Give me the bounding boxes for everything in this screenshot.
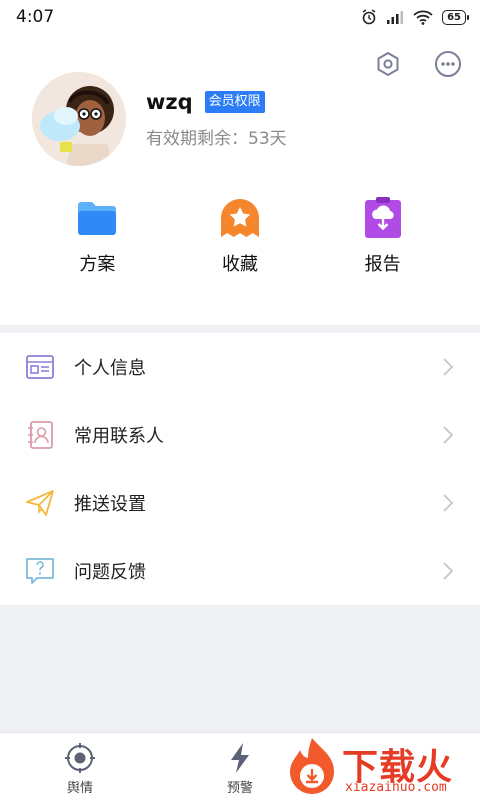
avatar-illustration — [32, 72, 126, 166]
flame-logo-icon — [290, 738, 334, 794]
menu-label: 推送设置 — [74, 494, 146, 515]
wifi-icon — [413, 10, 433, 25]
target-icon — [65, 743, 95, 773]
paper-plane-icon — [26, 489, 54, 517]
profile-info: wzq 会员权限 有效期剩余：53天 — [146, 90, 287, 149]
nav-item-sentiment[interactable]: 舆情 — [0, 733, 160, 800]
status-bar: 4:07 65 — [0, 0, 480, 34]
profile-header[interactable]: wzq 会员权限 有效期剩余：53天 — [32, 72, 287, 166]
shortcut-plan[interactable]: 方案 — [42, 196, 152, 276]
contact-book-icon — [26, 421, 54, 449]
shortcut-label: 报告 — [364, 254, 401, 275]
member-badge[interactable]: 会员权限 — [204, 90, 265, 113]
username: wzq — [146, 89, 193, 114]
shortcut-grid: 方案 收藏 报告 — [0, 196, 480, 276]
chevron-right-icon — [443, 562, 454, 580]
watermark-logo: 下载火 xiazaihuo.com — [282, 734, 478, 800]
id-card-icon — [26, 353, 54, 381]
menu-item-push-settings[interactable]: 推送设置 — [0, 469, 480, 537]
message-button[interactable] — [432, 48, 464, 80]
nav-label: 预警 — [226, 781, 253, 796]
status-icons: 65 — [361, 9, 469, 25]
watermark-url: xiazaihuo.com — [345, 780, 447, 795]
membership-validity: 有效期剩余：53天 — [146, 128, 287, 149]
chevron-right-icon — [443, 358, 454, 376]
menu-item-personal-info[interactable]: 个人信息 — [0, 333, 480, 401]
shortcut-report[interactable]: 报告 — [328, 196, 438, 276]
chevron-right-icon — [443, 494, 454, 512]
shortcut-favorites[interactable]: 收藏 — [185, 196, 295, 276]
battery-indicator: 65 — [442, 9, 469, 25]
section-divider — [0, 325, 480, 333]
signal-icon — [387, 11, 404, 24]
menu-item-contacts[interactable]: 常用联系人 — [0, 401, 480, 469]
menu-label: 个人信息 — [74, 358, 146, 379]
nav-label: 舆情 — [66, 781, 93, 796]
folder-icon — [75, 196, 119, 240]
settings-button[interactable] — [372, 48, 404, 80]
menu-label: 常用联系人 — [74, 426, 164, 447]
shortcut-label: 方案 — [79, 254, 116, 275]
name-row: wzq 会员权限 — [146, 90, 287, 114]
shortcut-label: 收藏 — [221, 254, 258, 275]
cloud-download-icon — [361, 196, 405, 240]
menu-label: 问题反馈 — [74, 562, 146, 583]
chat-bubble-icon — [435, 51, 461, 77]
menu-item-feedback[interactable]: 问题反馈 — [0, 537, 480, 605]
alarm-icon — [362, 9, 376, 25]
star-ribbon-icon — [218, 196, 262, 240]
top-actions — [372, 48, 464, 80]
lightning-icon — [231, 743, 249, 773]
avatar[interactable] — [32, 72, 126, 166]
status-time: 4:07 — [16, 7, 55, 27]
chevron-right-icon — [443, 426, 454, 444]
hexagon-settings-icon — [377, 51, 399, 77]
feedback-bubble-icon — [26, 557, 54, 585]
empty-background — [0, 605, 480, 732]
settings-menu: 个人信息 常用联系人 推送设置 问题反馈 — [0, 333, 480, 605]
